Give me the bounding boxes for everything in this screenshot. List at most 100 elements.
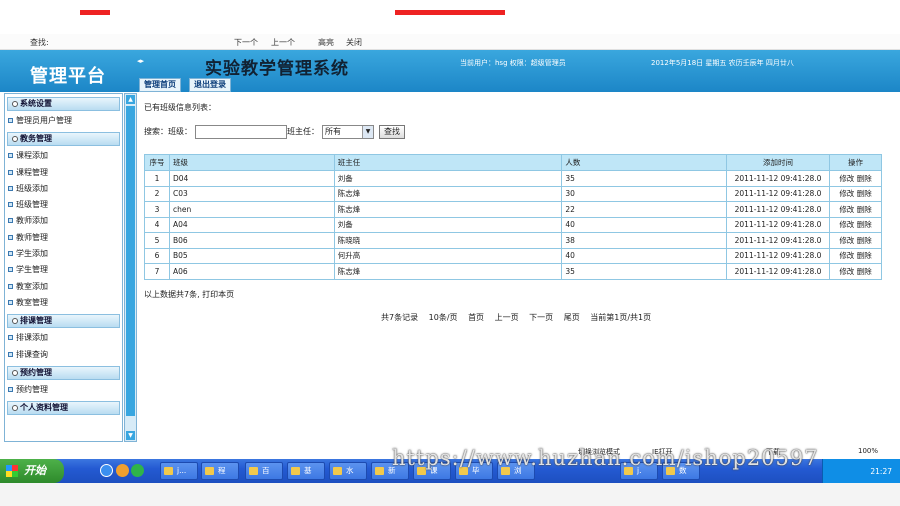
- sidebar-item-label: 教师管理: [16, 232, 48, 242]
- delete-link[interactable]: 删除: [857, 251, 872, 260]
- media-icon[interactable]: [116, 464, 129, 477]
- ie-icon[interactable]: [100, 464, 113, 477]
- delete-link[interactable]: 删除: [857, 205, 872, 214]
- list-heading: 已有班级信息列表：: [144, 103, 216, 112]
- sidebar-group-system[interactable]: 系统设置: [7, 97, 120, 111]
- class-label: 班级：: [168, 127, 192, 136]
- cell-time: 2011-11-12 09:41:28.0: [726, 232, 831, 249]
- sidebar-item-admin-users[interactable]: 管理员用户管理: [5, 113, 122, 129]
- highlight-button[interactable]: 高亮: [318, 37, 334, 48]
- app-header: 管理平台 ◂▸ 实验教学管理系统 当前用户：hsg 权限：超级管理员 2012年…: [0, 50, 900, 92]
- sidebar-item-room-add[interactable]: 教室添加: [5, 279, 122, 295]
- sidebar-item-course-manage[interactable]: 课程管理: [5, 165, 122, 181]
- taskbar-window[interactable]: j...: [160, 462, 198, 480]
- start-button[interactable]: 开始: [0, 459, 64, 483]
- cell-actions: 修改 删除: [829, 201, 882, 218]
- sidebar-scrollbar[interactable]: ▲ ▼: [124, 93, 137, 442]
- system-title: 实验教学管理系统: [205, 59, 349, 79]
- pager-next[interactable]: 下一页: [529, 313, 553, 322]
- taskbar-window[interactable]: 程: [201, 462, 239, 480]
- collapse-sidebar-icon[interactable]: ◂▸: [137, 57, 144, 65]
- square-bullet-icon: [8, 335, 13, 341]
- zoom-level[interactable]: 100%: [858, 447, 878, 455]
- delete-link[interactable]: 删除: [857, 236, 872, 245]
- pager-current: 当前第1页/共1页: [590, 313, 652, 322]
- sidebar-item-student-add[interactable]: 学生添加: [5, 246, 122, 262]
- scrollbar-thumb[interactable]: [126, 106, 135, 416]
- search-button[interactable]: 查找: [379, 125, 405, 139]
- logo: 管理平台: [30, 66, 106, 87]
- cell-actions: 修改 删除: [829, 232, 882, 249]
- taskbar-window[interactable]: 基: [287, 462, 325, 480]
- cell-teacher: 陈志烽: [333, 201, 563, 218]
- edit-link[interactable]: 修改: [839, 174, 854, 183]
- cell-index: 7: [144, 263, 170, 280]
- teacher-select[interactable]: 所有 ▼: [322, 125, 374, 139]
- cell-time: 2011-11-12 09:41:28.0: [726, 170, 831, 187]
- sidebar-item-teacher-manage[interactable]: 教师管理: [5, 230, 122, 246]
- edit-link[interactable]: 修改: [839, 205, 854, 214]
- sidebar-item-class-add[interactable]: 班级添加: [5, 181, 122, 197]
- edit-link[interactable]: 修改: [839, 189, 854, 198]
- sidebar-group-profile[interactable]: 个人资料管理: [7, 401, 120, 416]
- sidebar-item-label: 排课查询: [16, 349, 48, 359]
- browser-top-area: [0, 0, 900, 30]
- cell-class: D04: [168, 170, 335, 187]
- pager-last[interactable]: 尾页: [564, 313, 580, 322]
- find-prev-button[interactable]: 上一个: [271, 37, 295, 48]
- sidebar-item-teacher-add[interactable]: 教师添加: [5, 213, 122, 229]
- edit-link[interactable]: 修改: [839, 251, 854, 260]
- find-next-button[interactable]: 下一个: [234, 37, 258, 48]
- cell-index: 3: [144, 201, 170, 218]
- taskbar-window[interactable]: 百: [245, 462, 283, 480]
- delete-link[interactable]: 删除: [857, 174, 872, 183]
- clock[interactable]: 21:27: [870, 467, 892, 476]
- class-search-input[interactable]: [195, 125, 287, 139]
- cell-teacher: 刘备: [333, 216, 563, 233]
- circle-icon: [12, 318, 18, 325]
- edit-link[interactable]: 修改: [839, 236, 854, 245]
- sidebar-item-student-manage[interactable]: 学生管理: [5, 262, 122, 278]
- cell-count: 40: [561, 247, 728, 264]
- tab-home[interactable]: 管理首页: [139, 78, 181, 92]
- find-bar: 查找: 下一个 上一个 高亮 关闭: [0, 34, 900, 50]
- delete-link[interactable]: 删除: [857, 220, 872, 229]
- square-bullet-icon: [8, 251, 13, 257]
- summary-text[interactable]: 以上数据共7条, 打印本页: [144, 289, 234, 300]
- browser-icon[interactable]: [131, 464, 144, 477]
- sidebar-item-room-manage[interactable]: 教室管理: [5, 295, 122, 311]
- square-bullet-icon: [8, 169, 13, 175]
- sidebar-group-booking[interactable]: 预约管理: [7, 365, 120, 380]
- sidebar-item-schedule-add[interactable]: 排课添加: [5, 330, 122, 346]
- search-bar: 搜索：班级：: [144, 126, 192, 137]
- edit-link[interactable]: 修改: [839, 267, 854, 276]
- sidebar-item-schedule-query[interactable]: 排课查询: [5, 347, 122, 363]
- tab-logout[interactable]: 退出登录: [189, 78, 231, 92]
- start-label: 开始: [24, 464, 46, 477]
- sidebar-group-schedule[interactable]: 排课管理: [7, 314, 120, 329]
- group-label: 预约管理: [20, 367, 52, 377]
- pager-prev[interactable]: 上一页: [495, 313, 519, 322]
- sidebar-item-class-manage[interactable]: 班级管理: [5, 197, 122, 213]
- taskbar-window[interactable]: 水: [329, 462, 367, 480]
- sidebar-item-label: 预约管理: [16, 384, 48, 394]
- sidebar-item-course-add[interactable]: 课程添加: [5, 148, 122, 164]
- sidebar-group-academic[interactable]: 教务管理: [7, 132, 120, 147]
- pager-first[interactable]: 首页: [468, 313, 484, 322]
- scroll-up-icon[interactable]: ▲: [126, 95, 135, 104]
- square-bullet-icon: [8, 267, 13, 273]
- edit-link[interactable]: 修改: [839, 220, 854, 229]
- cell-actions: 修改 删除: [829, 263, 882, 280]
- scroll-down-icon[interactable]: ▼: [126, 431, 135, 440]
- sidebar-item-booking-manage[interactable]: 预约管理: [5, 382, 122, 398]
- delete-link[interactable]: 删除: [857, 267, 872, 276]
- cell-index: 5: [144, 232, 170, 249]
- sidebar-item-label: 管理员用户管理: [16, 116, 72, 125]
- date-info: 2012年5月18日 星期五 农历壬辰年 四月廿八: [651, 59, 794, 67]
- cell-count: 38: [561, 232, 728, 249]
- table-row: 6 B05 何升高 40 2011-11-12 09:41:28.0 修改 删除: [144, 247, 882, 264]
- delete-link[interactable]: 删除: [857, 189, 872, 198]
- col-header-count: 人数: [561, 154, 728, 171]
- table-header-row: 序号 班级 班主任 人数 添加时间 操作: [144, 154, 882, 171]
- close-find-button[interactable]: 关闭: [346, 37, 362, 48]
